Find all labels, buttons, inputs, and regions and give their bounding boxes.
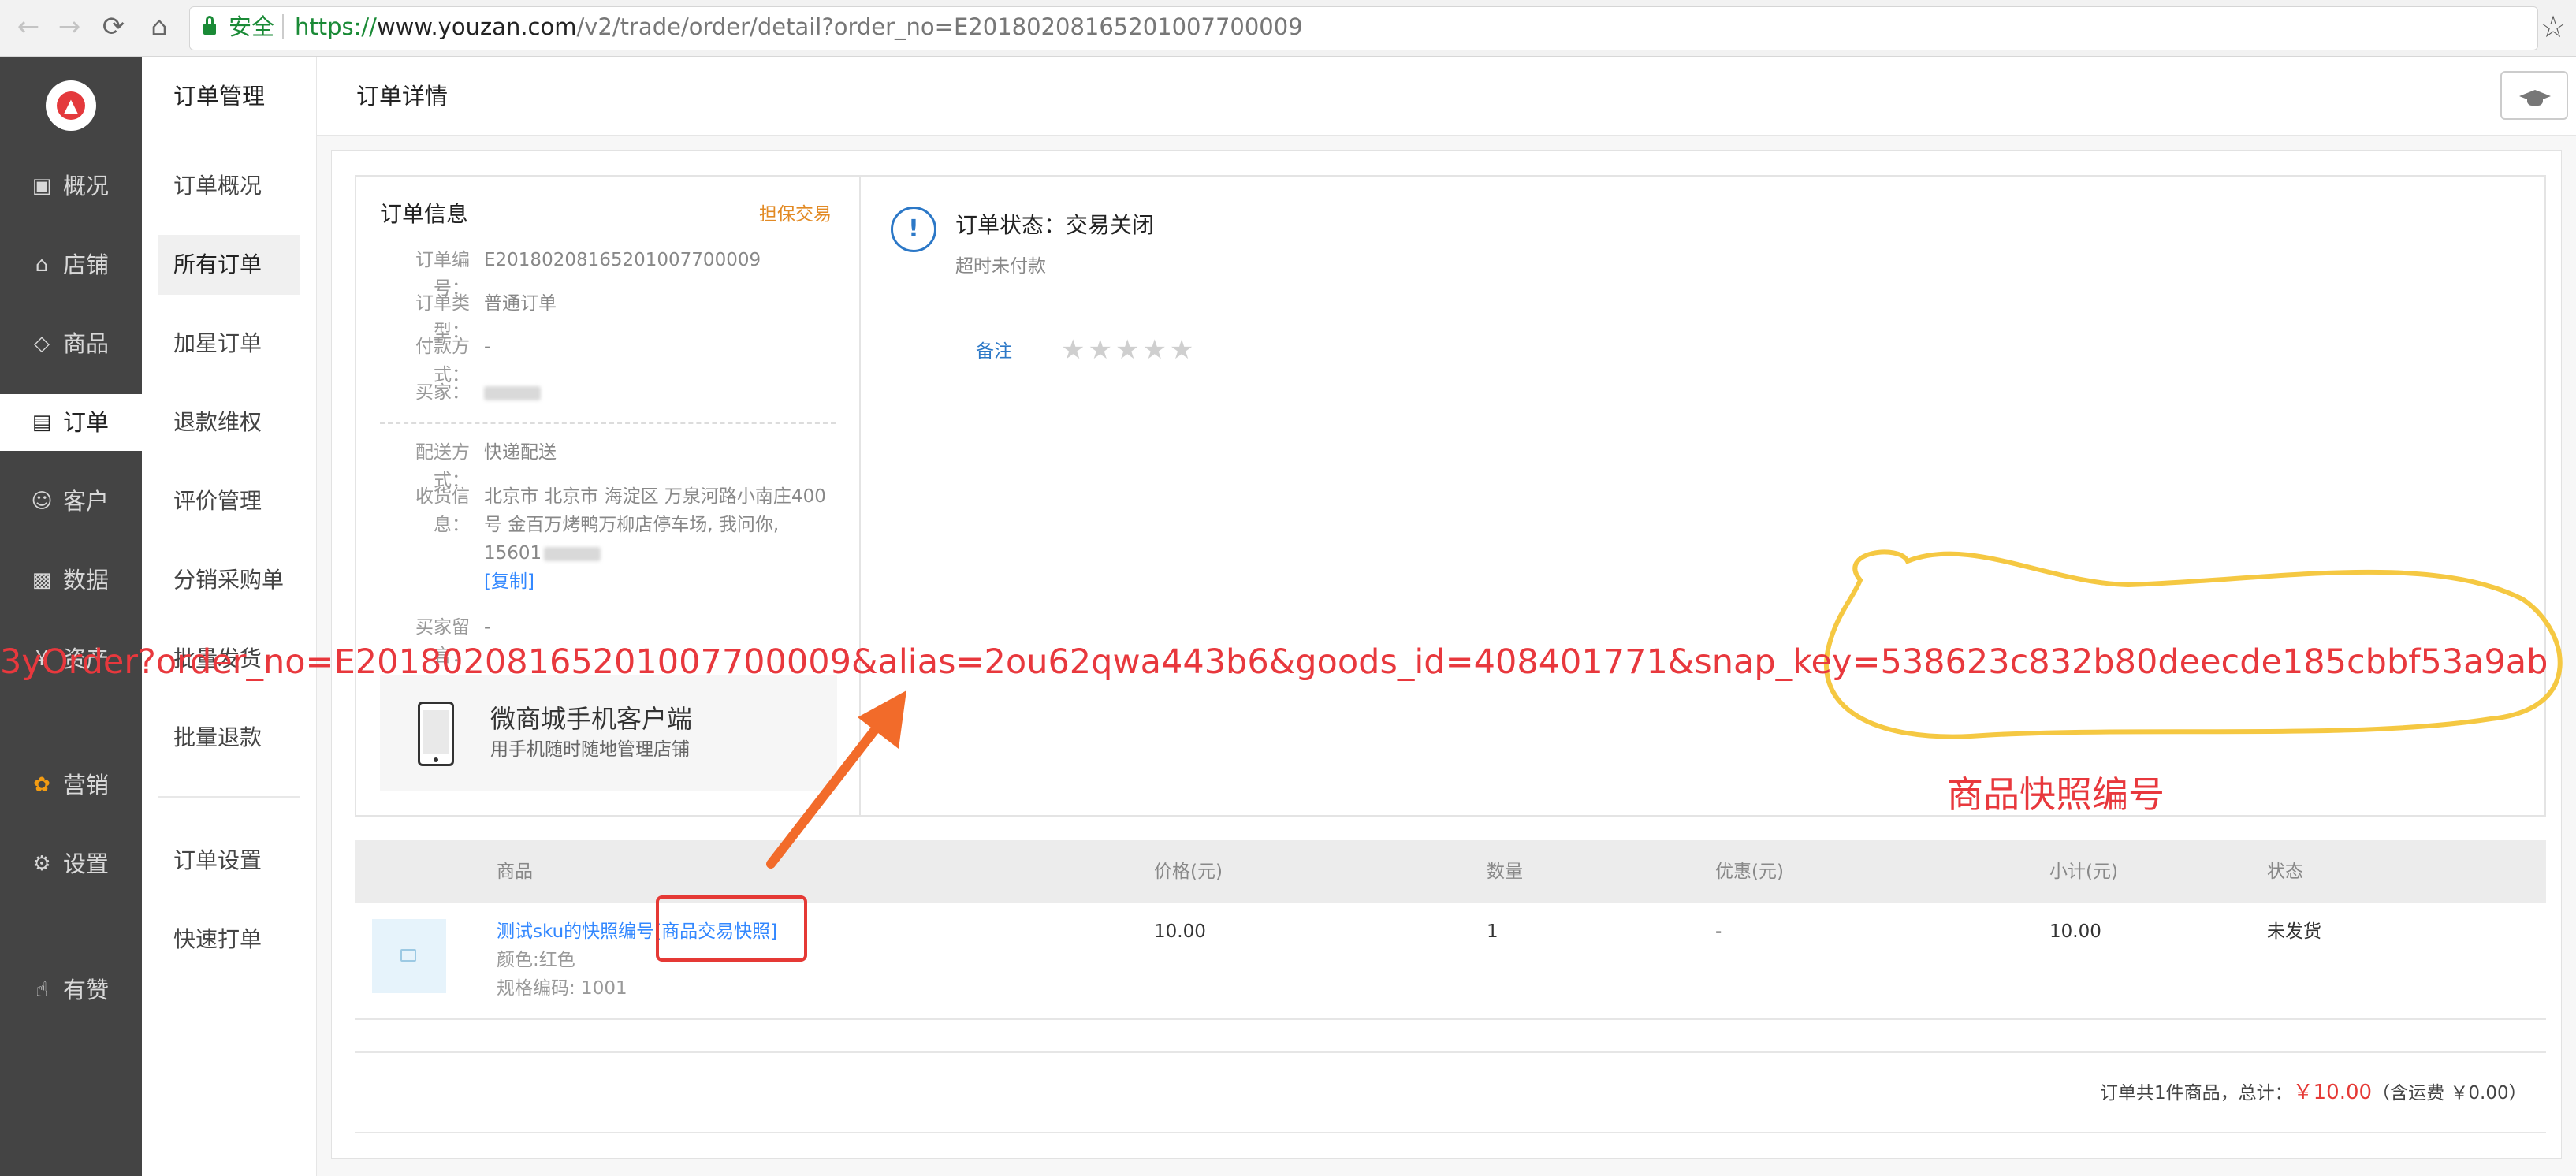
annotation-arrow-shaft: [766, 719, 884, 869]
annotation-snapshot-url: 3yOrder?order_no=E2018020816520100770000…: [0, 642, 2548, 682]
annotation-overlay: [766, 549, 2563, 869]
annotation-snapshot-label: 商品快照编号: [1947, 773, 2165, 816]
